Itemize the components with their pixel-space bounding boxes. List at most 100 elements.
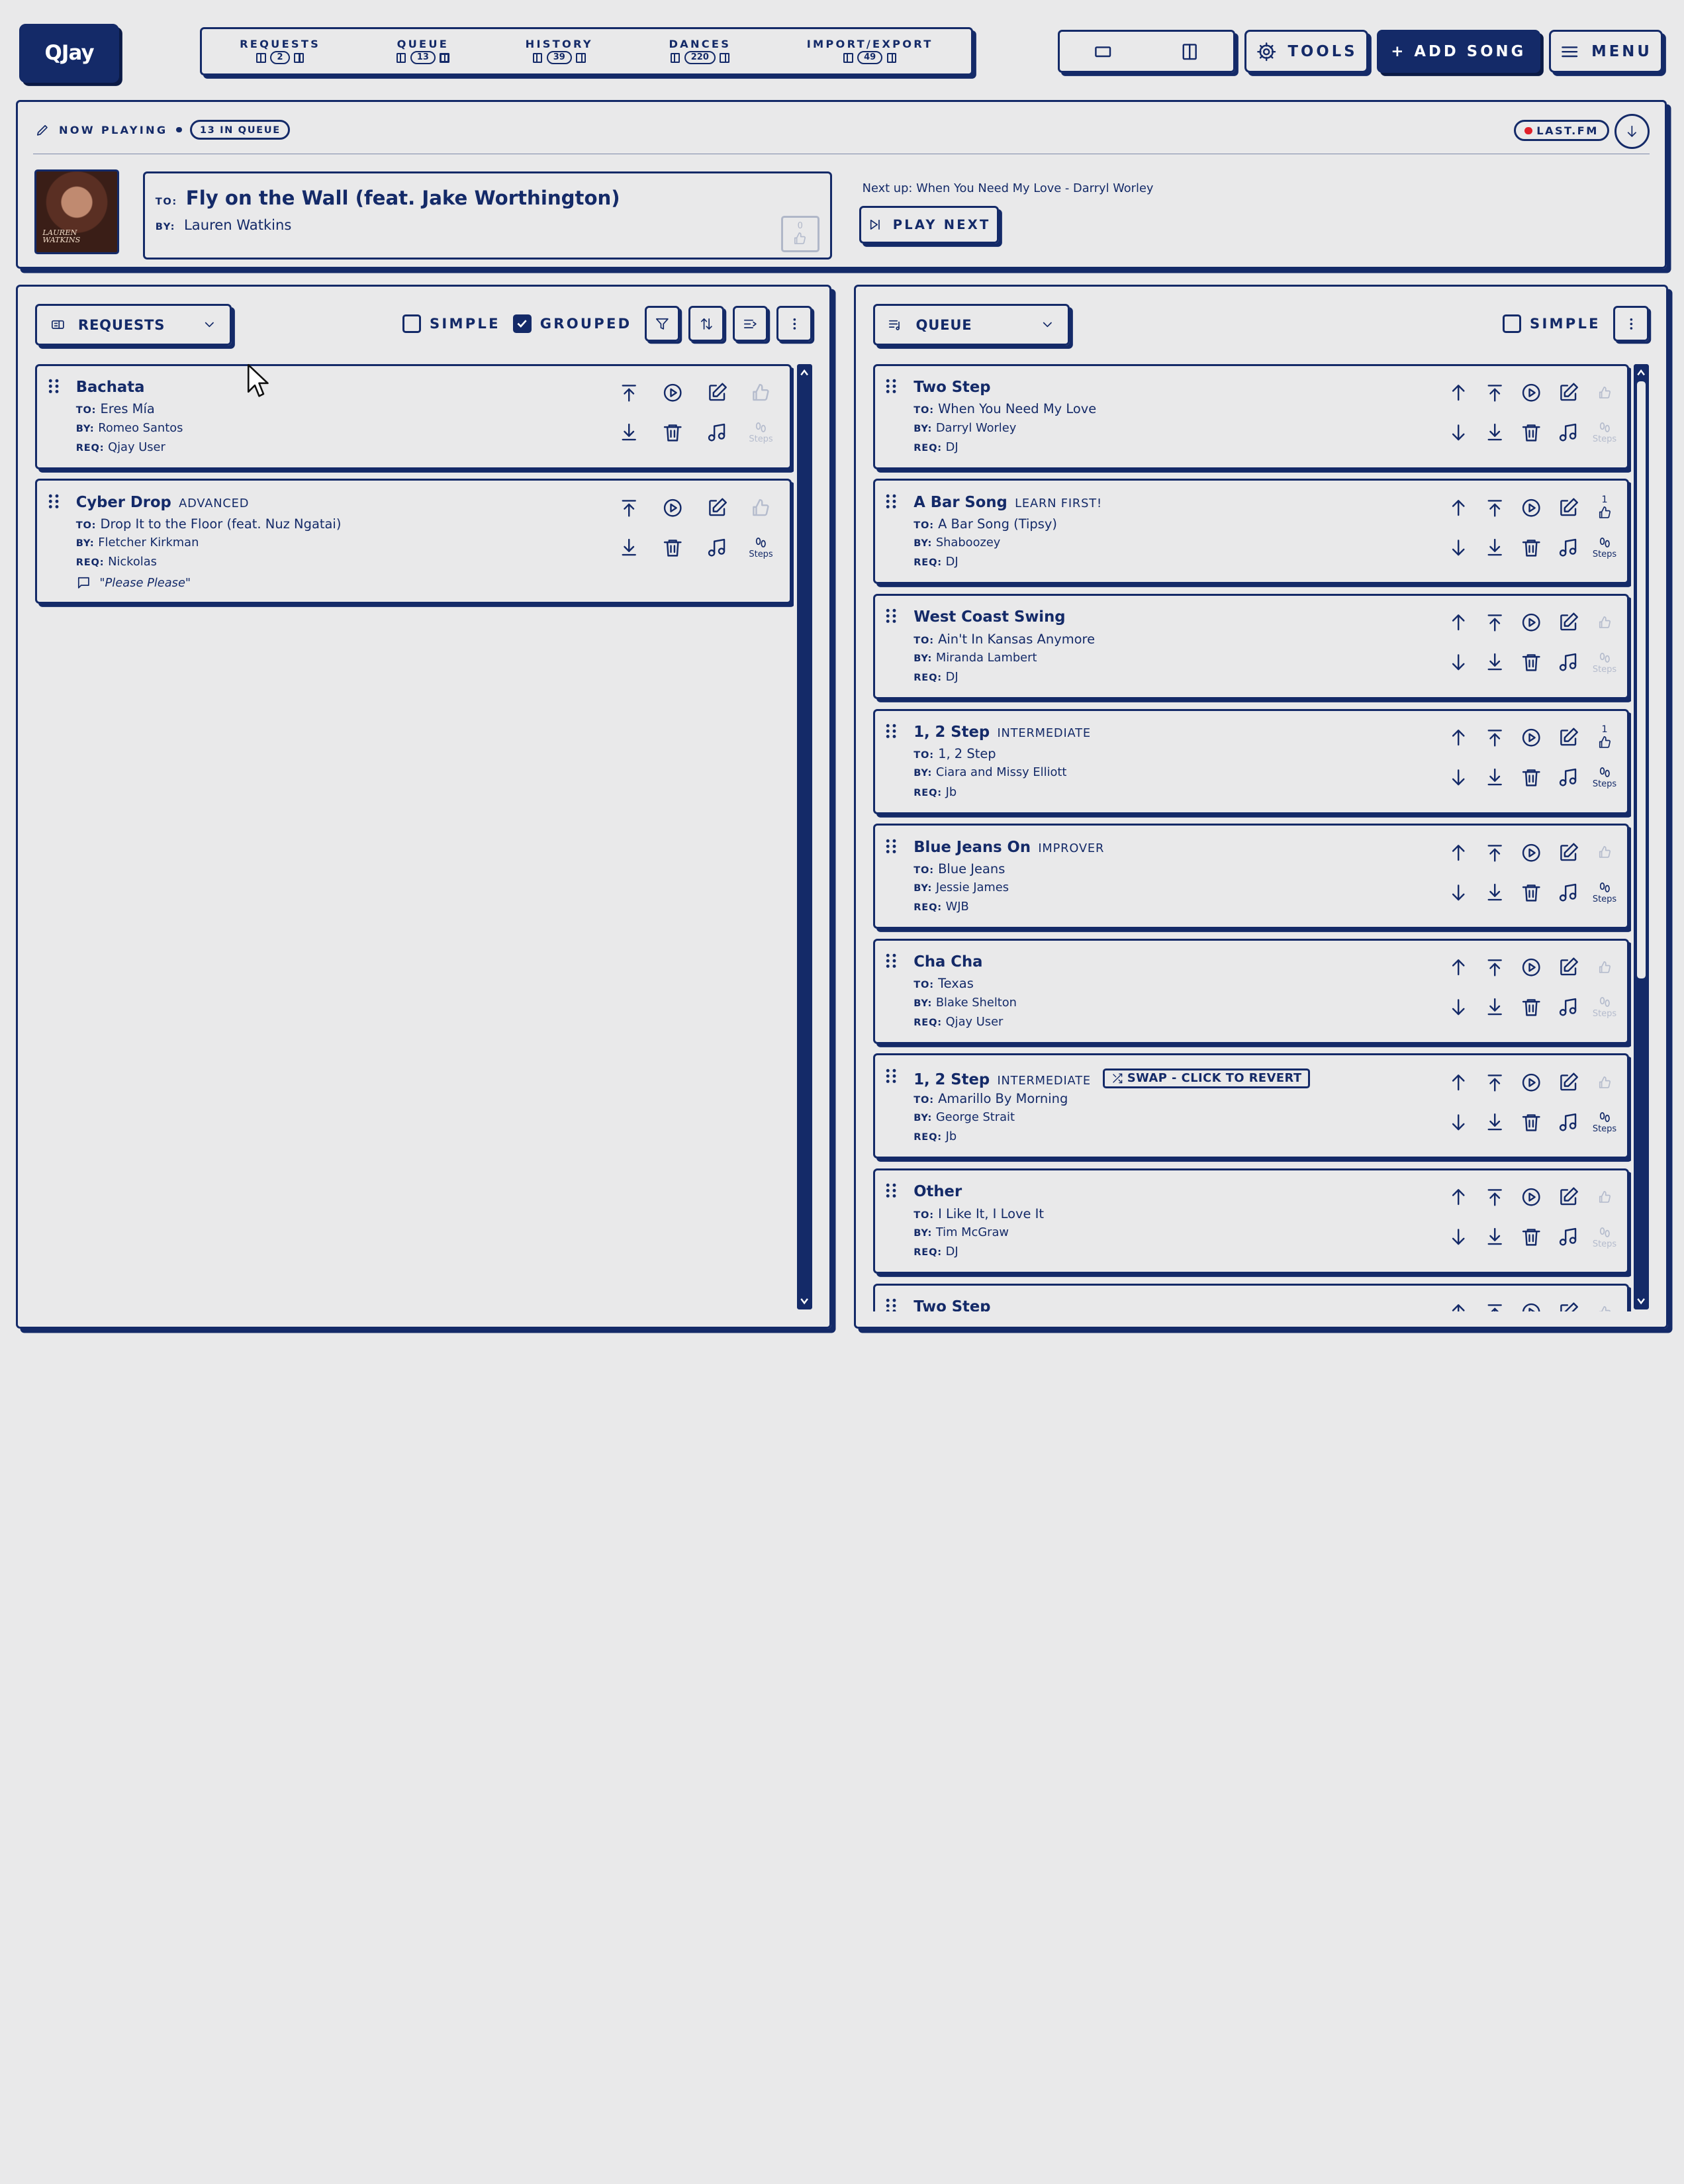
like-button[interactable] [1586,951,1622,984]
play-button[interactable] [1513,836,1550,869]
delete-button[interactable] [1513,876,1550,908]
move-to-top-button[interactable] [607,377,651,409]
move-down-button[interactable] [1440,991,1477,1023]
request-card[interactable]: Bachata TO: Eres Mía BY: Romeo Santos RE… [35,363,792,469]
edit-button[interactable] [1550,722,1586,754]
move-to-bottom-button[interactable] [1477,1221,1513,1253]
tab-history[interactable]: HISTORY 39 [526,38,593,65]
queue-card[interactable]: West Coast Swing TO: Ain't In Kansas Anym… [872,593,1630,699]
drag-handle-icon[interactable] [886,839,896,854]
play-button[interactable] [1513,1296,1550,1311]
panel-right-icon[interactable] [720,53,730,63]
queue-card[interactable]: A Bar Song LEARN FIRST! TO: A Bar Song (Ti… [872,479,1630,585]
delete-button[interactable] [1513,991,1550,1023]
edit-button[interactable] [1550,836,1586,869]
collapse-now-playing-button[interactable] [1614,113,1650,150]
like-button[interactable]: 1 [1586,722,1622,754]
music-button[interactable] [1550,1221,1586,1253]
drag-handle-icon[interactable] [48,494,59,509]
app-logo[interactable]: QJay [19,23,120,83]
play-button[interactable] [1513,492,1550,524]
panel-left-icon[interactable] [532,53,543,63]
panel-right-icon[interactable] [440,53,450,63]
panel-left-icon[interactable] [256,53,266,63]
queue-card[interactable]: 1, 2 Step INTERMEDIATE SWAP - CLICK TO REV… [872,1053,1630,1159]
drag-handle-icon[interactable] [48,379,59,394]
drag-handle-icon[interactable] [886,724,896,739]
music-button[interactable] [1550,876,1586,908]
add-to-queue-button[interactable] [607,532,651,564]
panel-right-icon[interactable] [886,53,897,63]
drag-handle-icon[interactable] [886,1298,896,1311]
play-button[interactable] [651,492,695,524]
move-to-top-button[interactable] [1477,1067,1513,1099]
queue-card[interactable]: Other TO: I Like It, I Love It BY: Tim McG… [872,1168,1630,1274]
sort-button[interactable] [688,306,724,342]
move-up-button[interactable] [1440,1181,1477,1213]
move-to-bottom-button[interactable] [1477,1106,1513,1139]
queue-card[interactable]: Cha Cha TO: Texas BY: Blake Shelton REQ: Qj… [872,938,1630,1044]
lastfm-status-button[interactable]: LAST.FM [1514,120,1609,141]
delete-button[interactable] [1513,532,1550,564]
move-to-top-button[interactable] [607,492,651,524]
move-down-button[interactable] [1440,532,1477,564]
tab-dances[interactable]: DANCES 220 [669,38,731,65]
drag-handle-icon[interactable] [886,1183,896,1198]
requests-panel-select[interactable]: REQUESTS [35,303,232,346]
move-down-button[interactable] [1440,876,1477,908]
tab-queue[interactable]: QUEUE 13 [396,38,450,65]
scroll-down-icon[interactable] [799,1296,810,1306]
tab-requests[interactable]: REQUESTS 2 [240,38,320,65]
play-next-button[interactable]: PLAY NEXT [859,206,999,244]
delete-button[interactable] [1513,1106,1550,1139]
delete-button[interactable] [651,532,695,564]
pencil-icon[interactable] [35,122,50,138]
simple-checkbox[interactable]: SIMPLE [402,314,500,333]
steps-button[interactable]: Steps [1586,532,1622,564]
panel-left-icon[interactable] [670,53,680,63]
like-button[interactable] [1586,1181,1622,1213]
steps-button[interactable]: Steps [1586,1221,1622,1253]
move-down-button[interactable] [1440,1106,1477,1139]
queue-scrollbar[interactable] [1634,363,1649,1310]
scroll-up-icon[interactable] [799,367,810,378]
drag-handle-icon[interactable] [886,608,896,624]
delete-button[interactable] [1513,646,1550,679]
steps-button[interactable]: Steps [739,416,783,449]
delete-button[interactable] [1513,416,1550,449]
move-to-top-button[interactable] [1477,492,1513,524]
steps-button[interactable]: Steps [1586,991,1622,1023]
play-button[interactable] [1513,1067,1550,1099]
queue-card[interactable]: Blue Jeans On IMPROVER TO: Blue Jeans BY: J… [872,824,1630,929]
play-button[interactable] [1513,951,1550,984]
move-up-button[interactable] [1440,492,1477,524]
move-up-button[interactable] [1440,722,1477,754]
music-button[interactable] [1550,532,1586,564]
move-down-button[interactable] [1440,1221,1477,1253]
like-button[interactable] [1586,606,1622,639]
steps-button[interactable]: Steps [1586,761,1622,794]
queue-card[interactable]: Two Step TO: When You Need My Love BY: Dar… [872,363,1630,469]
tab-import-export[interactable]: IMPORT/EXPORT 49 [807,38,933,65]
delete-button[interactable] [1513,1221,1550,1253]
drag-handle-icon[interactable] [886,1068,896,1084]
like-button[interactable]: 1 [1586,492,1622,524]
play-button[interactable] [1513,1181,1550,1213]
edit-button[interactable] [1550,492,1586,524]
filter-button[interactable] [644,306,680,342]
like-button[interactable] [1586,1296,1622,1311]
move-up-button[interactable] [1440,606,1477,639]
move-to-top-button[interactable] [1477,377,1513,409]
request-card[interactable]: Cyber Drop ADVANCED TO: Drop It to the Fl… [35,479,792,604]
tools-button[interactable]: TOOLS [1244,30,1369,73]
move-to-bottom-button[interactable] [1477,991,1513,1023]
play-button[interactable] [1513,722,1550,754]
group-order-button[interactable] [732,306,769,342]
simple-checkbox[interactable]: SIMPLE [1503,314,1600,333]
move-down-button[interactable] [1440,761,1477,794]
queue-panel-select[interactable]: QUEUE [872,303,1070,346]
delete-button[interactable] [651,416,695,449]
music-button[interactable] [1550,1106,1586,1139]
move-up-button[interactable] [1440,377,1477,409]
move-to-top-button[interactable] [1477,1181,1513,1213]
